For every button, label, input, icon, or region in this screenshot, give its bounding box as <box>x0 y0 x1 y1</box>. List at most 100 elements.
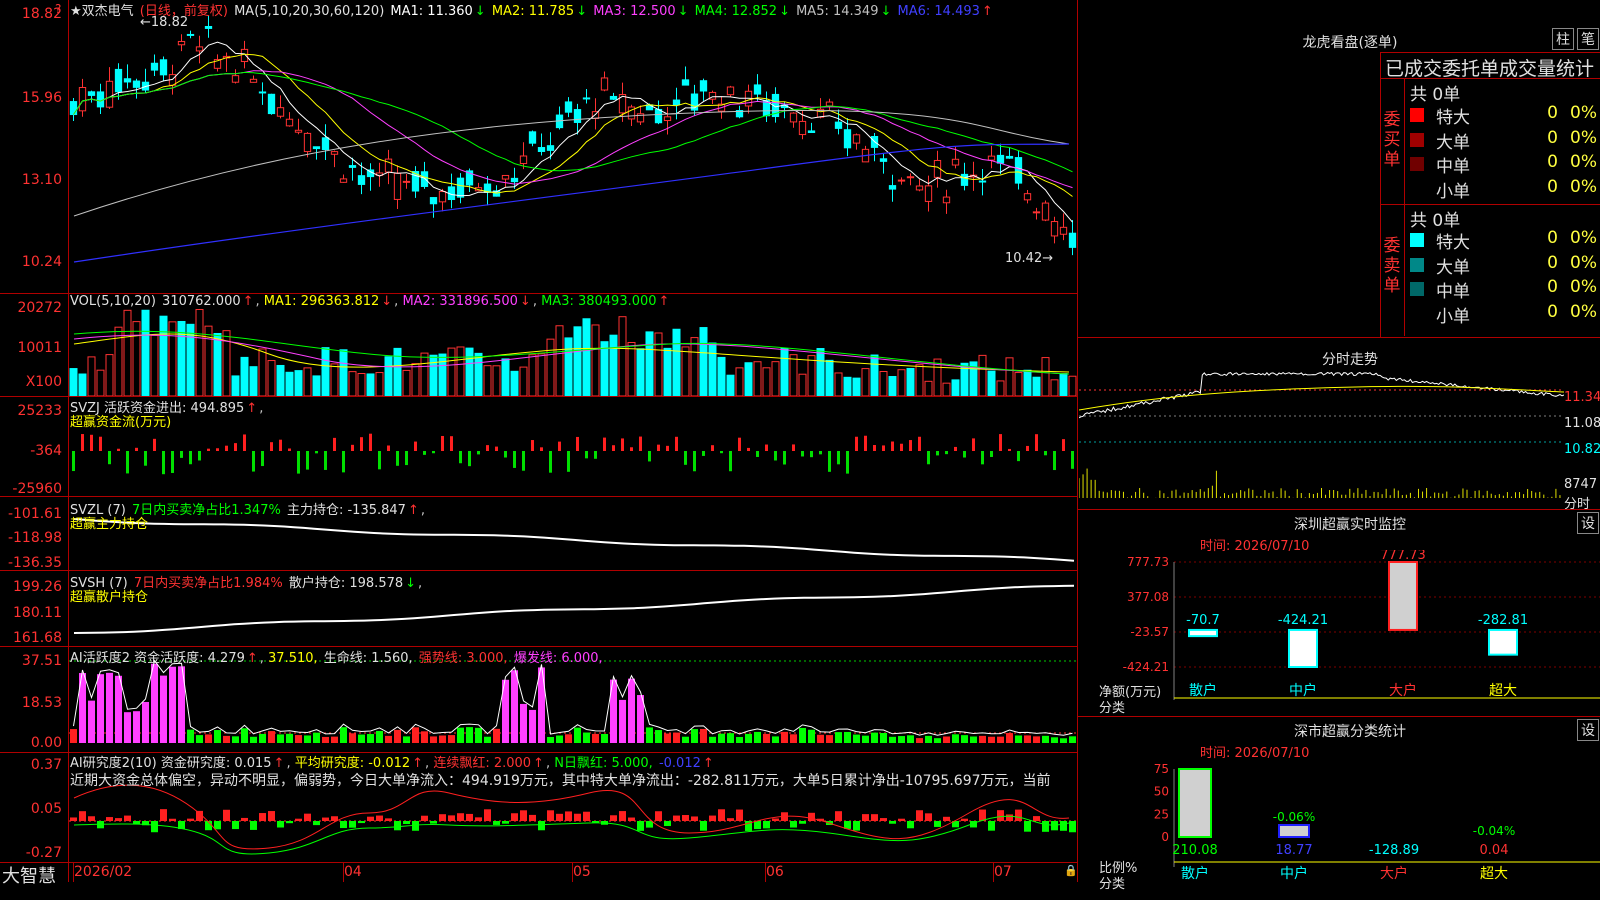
volume-chart[interactable] <box>69 294 1077 396</box>
order-size-label: 中单 <box>1436 157 1470 177</box>
candle-body <box>906 176 915 179</box>
monitor-bar-value: 777.73 <box>1380 550 1426 563</box>
volume-bar <box>276 364 285 396</box>
activity-bar <box>124 712 131 743</box>
activity-bar <box>763 733 770 743</box>
color-swatch <box>1410 132 1424 147</box>
candle-body <box>150 62 159 71</box>
research-bar <box>916 810 923 821</box>
candle-body <box>240 48 249 63</box>
volume-bar <box>96 369 105 396</box>
research-bar <box>799 821 806 824</box>
activity-bar <box>511 670 518 743</box>
app-logo-text[interactable]: 大智慧 <box>2 862 56 888</box>
volume-bar <box>357 373 366 396</box>
volume-bar <box>600 341 609 396</box>
activity-bar <box>457 727 464 743</box>
color-swatch <box>1410 157 1424 171</box>
research-bar <box>925 813 932 821</box>
research-bar <box>637 821 644 831</box>
activity-bar <box>520 703 527 743</box>
stats-xlabel: 分类 <box>1099 877 1126 892</box>
research-bar <box>871 814 878 821</box>
candle-body <box>798 120 807 136</box>
lock-icon[interactable]: 🔒 <box>1064 864 1078 877</box>
activity-bar <box>187 729 194 743</box>
activity-bar <box>214 730 221 743</box>
activity-bar <box>853 734 860 743</box>
volume-bar <box>1050 379 1059 396</box>
candle-body <box>249 78 258 83</box>
order-pct: 0% <box>1570 252 1597 273</box>
order-pct: 0% <box>1570 103 1597 123</box>
research-bar <box>700 821 707 831</box>
candle-body <box>600 77 609 91</box>
research-bar <box>997 810 1004 821</box>
monitor-bar <box>1388 561 1418 631</box>
bar-mode-button[interactable]: 柱 <box>1552 28 1574 50</box>
price-high-mark: ←18.82 <box>140 15 189 30</box>
volume-bar <box>501 358 510 396</box>
research-bar <box>772 818 779 821</box>
activity-bar <box>727 733 734 743</box>
research-bar <box>961 818 968 821</box>
volume-bar <box>537 353 546 396</box>
ma60-line <box>73 110 1070 217</box>
research-bar <box>394 821 401 831</box>
activity-bar <box>1051 737 1058 743</box>
volume-bar <box>1041 357 1050 396</box>
research-bar <box>763 821 770 829</box>
stats-bar-chart[interactable]: 75 50 25 0 -0.06% -0.04% 210.08 18.77 -128.89 0.0… <box>1079 757 1600 900</box>
main-position-line <box>73 518 1075 562</box>
volume-bar <box>105 354 114 396</box>
volume-bar <box>330 363 339 396</box>
svzj-axis-label: -364 <box>30 443 62 459</box>
research-bar <box>367 816 374 821</box>
vol-ma3: MA3: 380493.000 <box>541 294 657 309</box>
research-bar <box>124 815 131 821</box>
research-bar <box>943 816 950 821</box>
research-bar <box>907 821 914 829</box>
candle-body <box>753 84 762 95</box>
color-swatch <box>1410 108 1424 122</box>
volume-bar <box>654 332 663 396</box>
activity-bar <box>988 736 995 743</box>
research-bar <box>529 814 536 821</box>
activity-bar <box>421 731 428 743</box>
activity-bar <box>88 700 95 743</box>
candlestick-chart[interactable] <box>69 0 1077 293</box>
monitor-settings-button[interactable]: 设 <box>1577 512 1599 534</box>
candle-body <box>1041 202 1050 221</box>
ma-legend-item: MA4: 12.852 <box>694 4 778 19</box>
volume-bar <box>231 375 240 396</box>
activity-bar <box>376 730 383 743</box>
research-bar <box>232 821 239 830</box>
activity-bar <box>412 727 419 743</box>
stats-value-label: 18.77 <box>1275 843 1312 858</box>
pen-mode-button[interactable]: 笔 <box>1577 28 1599 50</box>
research-bar <box>1015 809 1022 821</box>
ai1-e: 爆发线: 6.000, <box>513 651 603 666</box>
activity-bar <box>529 709 536 743</box>
research-bar <box>691 816 698 821</box>
candle-body <box>285 118 294 127</box>
volume-bar <box>312 375 321 396</box>
volume-bar <box>294 370 303 396</box>
order-count: 0 <box>1547 103 1558 123</box>
vol-axis-label: 20272 <box>17 300 62 316</box>
candle-body <box>393 172 402 200</box>
vol-axis-label: 10011 <box>17 340 62 356</box>
orderbook-row: 中单 0 0% <box>1410 152 1600 177</box>
price-low-mark: 10.42→ <box>1005 251 1054 266</box>
volume-bar <box>771 361 780 396</box>
activity-bar <box>664 733 671 743</box>
ma-legend-item: MA5: 14.349 <box>796 4 879 19</box>
candle-body <box>807 130 816 133</box>
stats-settings-button[interactable]: 设 <box>1577 719 1599 741</box>
intraday-chart[interactable] <box>1079 370 1564 510</box>
research-bar <box>862 814 869 821</box>
color-swatch <box>1410 181 1424 196</box>
candle-body <box>663 116 672 122</box>
activity-bar <box>862 735 869 743</box>
research-bar <box>313 821 320 826</box>
